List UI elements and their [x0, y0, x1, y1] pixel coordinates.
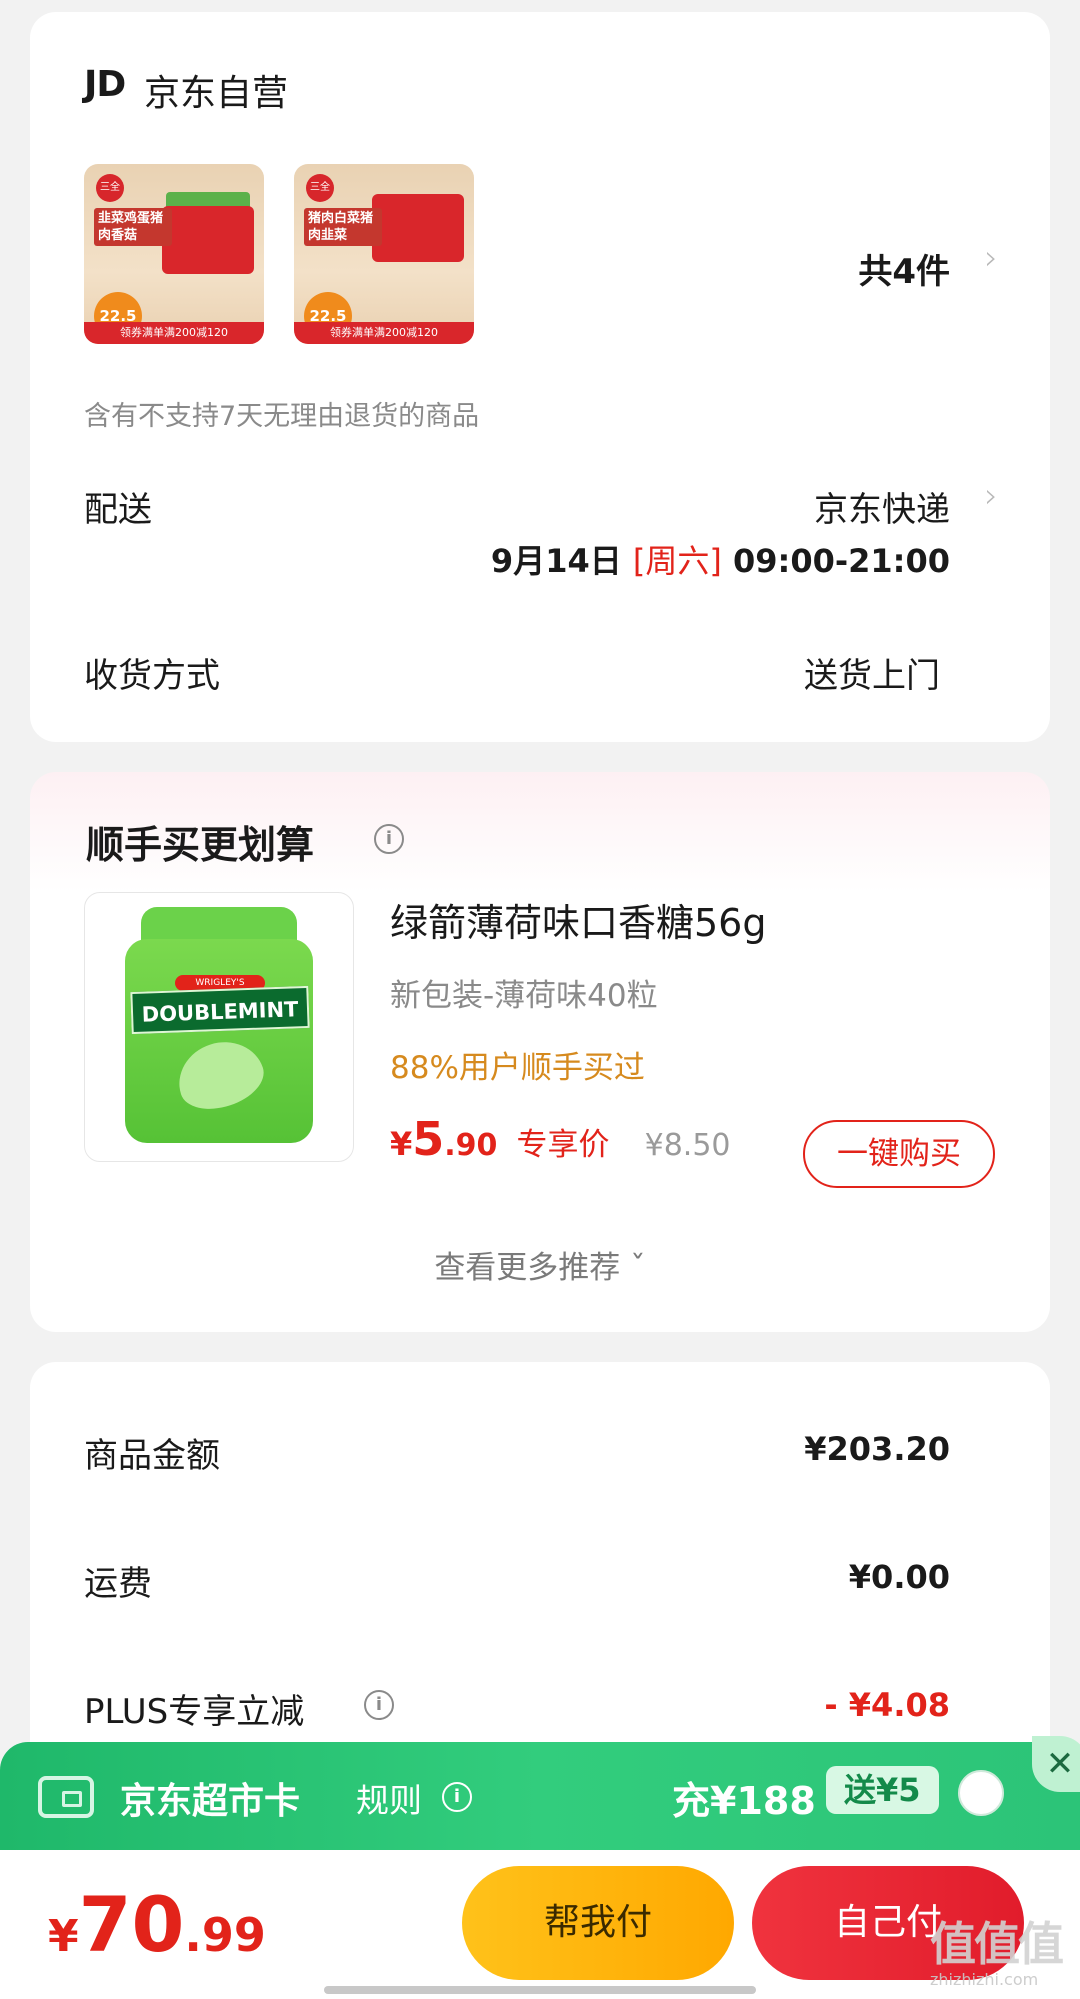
- recommend-title: 顺手买更划算: [86, 823, 315, 867]
- shipping-value: ¥0.00: [848, 1558, 950, 1596]
- product-bought-rate: 88%用户顺手买过: [390, 1050, 645, 1086]
- goods-amount-label: 商品金额: [84, 1436, 220, 1476]
- total-decimal: .99: [184, 1908, 266, 1962]
- rules-link[interactable]: 规则: [356, 1774, 422, 1822]
- item-count-label: 共4件: [858, 252, 950, 292]
- price-tag: 专享价: [516, 1127, 610, 1163]
- price-symbol: ¥: [390, 1125, 413, 1163]
- thumbnail-banner: 领券满单满200减120: [294, 322, 474, 344]
- shipping-label: 运费: [84, 1564, 152, 1604]
- more-recommendations-link[interactable]: 查看更多推荐 ˇ: [30, 1242, 1050, 1287]
- home-indicator[interactable]: [324, 1986, 756, 1994]
- product-name[interactable]: 绿箭薄荷味口香糖56g: [390, 892, 766, 947]
- price-integer: 5: [412, 1112, 445, 1166]
- receive-method-label: 收货方式: [84, 656, 220, 696]
- thumbnail-label: 韭菜鸡蛋猪肉香菇: [94, 208, 172, 246]
- delivery-time[interactable]: 9月14日 [周六] 09:00-21:00: [491, 536, 950, 582]
- bottom-action-bar: ¥70.99 帮我付 自己付 值值值 zhizhizhi.com: [0, 1850, 1080, 1999]
- card-icon: [38, 1776, 94, 1818]
- recharge-amount: 充¥188: [672, 1779, 816, 1823]
- shop-name: 京东自营: [144, 73, 289, 114]
- package-icon: [162, 206, 254, 274]
- product-image[interactable]: WRIGLEY'S DOUBLEMINT: [84, 892, 354, 1162]
- one-click-buy-button[interactable]: 一键购买: [803, 1120, 995, 1188]
- thumbnail-label: 猪肉白菜猪肉韭菜: [304, 208, 382, 246]
- recommend-card: 顺手买更划算 i WRIGLEY'S DOUBLEMINT 绿箭薄荷味口香糖56…: [30, 772, 1050, 1332]
- shop-card: JD 京东自营 三全 韭菜鸡蛋猪肉香菇 22.5 领券满单满200减120 三全…: [30, 12, 1050, 742]
- courier-name[interactable]: 京东快递: [814, 482, 950, 531]
- chevron-right-icon[interactable]: ›: [984, 238, 998, 278]
- info-icon[interactable]: i: [442, 1782, 472, 1812]
- delivery-label: 配送: [84, 490, 152, 530]
- chevron-right-icon[interactable]: ›: [984, 476, 998, 516]
- product-spec: 新包装-薄荷味40粒: [390, 978, 658, 1014]
- original-price: ¥8.50: [644, 1128, 731, 1163]
- supermarket-card-title: 京东超市卡: [120, 1781, 301, 1822]
- delivery-weekday: [周六]: [632, 542, 722, 580]
- delivery-window: 09:00-21:00: [733, 542, 950, 580]
- product-thumbnail-2[interactable]: 三全 猪肉白菜猪肉韭菜 22.5 领券满单满200减120: [294, 164, 474, 344]
- supermarket-card-banner[interactable]: 京东超市卡 规则 i 充¥188 送¥5 ✕: [0, 1736, 1080, 1850]
- order-total: ¥70.99: [48, 1880, 266, 1969]
- pay-for-me-button[interactable]: 帮我付: [462, 1866, 734, 1980]
- watermark-url: zhizhizhi.com: [930, 1970, 1039, 1989]
- brand-logo-icon: 三全: [96, 174, 124, 202]
- package-icon: [372, 194, 464, 262]
- jar-body-icon: [125, 939, 313, 1143]
- thumbnail-banner: 领券满单满200减120: [84, 322, 264, 344]
- plus-discount-value: - ¥4.08: [824, 1686, 950, 1724]
- product-price: ¥5.90 专享价 ¥8.50: [390, 1112, 731, 1166]
- brand-logo-icon: 三全: [306, 174, 334, 202]
- total-integer: 70: [78, 1880, 185, 1969]
- price-decimal: .90: [444, 1128, 498, 1163]
- plus-discount-label: PLUS专享立减: [84, 1692, 305, 1732]
- select-radio[interactable]: [958, 1770, 1004, 1816]
- info-icon[interactable]: i: [364, 1690, 394, 1720]
- watermark: 值值值: [930, 1917, 1064, 1971]
- total-symbol: ¥: [48, 1911, 79, 1962]
- return-notice: 含有不支持7天无理由退货的商品: [84, 401, 480, 432]
- product-thumbnail-1[interactable]: 三全 韭菜鸡蛋猪肉香菇 22.5 领券满单满200减120: [84, 164, 264, 344]
- item-count[interactable]: 共4件: [858, 244, 950, 293]
- receive-method-value[interactable]: 送货上门: [804, 648, 940, 697]
- product-image-label: DOUBLEMINT: [130, 985, 310, 1035]
- info-icon[interactable]: i: [374, 824, 404, 854]
- delivery-date: 9月14日: [490, 542, 622, 580]
- goods-amount-value: ¥203.20: [804, 1430, 950, 1468]
- close-icon[interactable]: ✕: [1032, 1736, 1080, 1792]
- gift-badge: 送¥5: [826, 1766, 939, 1814]
- jd-logo: JD: [84, 64, 126, 105]
